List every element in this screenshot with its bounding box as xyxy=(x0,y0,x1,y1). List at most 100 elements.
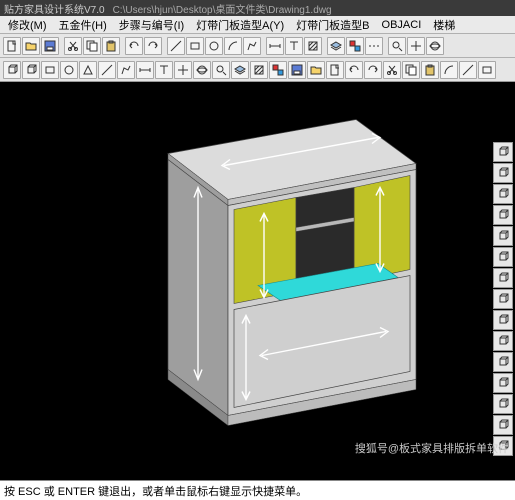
toolbar-row-1 xyxy=(0,34,515,58)
view-icon xyxy=(497,335,509,347)
copy-icon xyxy=(405,64,417,76)
cut-icon xyxy=(67,40,79,52)
tool2-b[interactable] xyxy=(22,61,40,79)
tool-arc[interactable] xyxy=(224,37,242,55)
tool2-l[interactable] xyxy=(212,61,230,79)
tool2-u[interactable] xyxy=(383,61,401,79)
view-left[interactable] xyxy=(493,184,513,204)
menu-stairs[interactable]: 楼梯 xyxy=(427,17,461,33)
tool2-q[interactable] xyxy=(307,61,325,79)
tool2-k[interactable] xyxy=(193,61,211,79)
tool2-n[interactable] xyxy=(250,61,268,79)
tool2-x[interactable] xyxy=(440,61,458,79)
view-icon xyxy=(497,293,509,305)
disk-icon xyxy=(44,40,56,52)
view-zoom-win[interactable] xyxy=(493,394,513,414)
tool-cut[interactable] xyxy=(64,37,82,55)
view-icon xyxy=(497,251,509,263)
view-iso-sw[interactable] xyxy=(493,289,513,309)
tool-orbit[interactable] xyxy=(426,37,444,55)
tool2-t[interactable] xyxy=(364,61,382,79)
tool-undo[interactable] xyxy=(125,37,143,55)
view-icon xyxy=(497,398,509,410)
tool2-h[interactable] xyxy=(136,61,154,79)
view-icon xyxy=(497,167,509,179)
rect-icon xyxy=(44,64,56,76)
color-icon xyxy=(272,64,284,76)
view-iso-nw[interactable] xyxy=(493,247,513,267)
view-orbit[interactable] xyxy=(493,436,513,456)
tool-hatch[interactable] xyxy=(304,37,322,55)
tool-save[interactable] xyxy=(41,37,59,55)
tool2-c[interactable] xyxy=(41,61,59,79)
tool-dim[interactable] xyxy=(266,37,284,55)
tool-pan[interactable] xyxy=(407,37,425,55)
view-icon xyxy=(497,209,509,221)
zoom-icon xyxy=(391,40,403,52)
tool2-f[interactable] xyxy=(98,61,116,79)
view-icon xyxy=(497,188,509,200)
view-icon xyxy=(497,230,509,242)
view-hidden[interactable] xyxy=(493,352,513,372)
menu-hardware[interactable]: 五金件(H) xyxy=(53,17,113,33)
tool2-w[interactable] xyxy=(421,61,439,79)
view-front[interactable] xyxy=(493,163,513,183)
titlebar: 贴方家具设计系统V7.0 C:\Users\hjun\Desktop\桌面文件类… xyxy=(0,0,515,16)
tool2-v[interactable] xyxy=(402,61,420,79)
tool-new[interactable] xyxy=(3,37,21,55)
cut-icon xyxy=(386,64,398,76)
tool-zoom[interactable] xyxy=(388,37,406,55)
tool-redo[interactable] xyxy=(144,37,162,55)
view-right[interactable] xyxy=(493,205,513,225)
tool-ltype[interactable] xyxy=(365,37,383,55)
tool2-y[interactable] xyxy=(459,61,477,79)
paste-icon xyxy=(424,64,436,76)
view-icon xyxy=(497,356,509,368)
line-icon xyxy=(101,64,113,76)
disk-icon xyxy=(291,64,303,76)
menu-objaci[interactable]: OBJACI xyxy=(376,19,428,31)
tool2-p[interactable] xyxy=(288,61,306,79)
tool-circle[interactable] xyxy=(205,37,223,55)
tool2-r[interactable] xyxy=(326,61,344,79)
tool-poly[interactable] xyxy=(243,37,261,55)
app-name: 贴方家具设计系统V7.0 xyxy=(4,1,105,16)
view-zoom-ext[interactable] xyxy=(493,373,513,393)
tool2-a[interactable] xyxy=(3,61,21,79)
tool2-m[interactable] xyxy=(231,61,249,79)
tool2-e[interactable] xyxy=(79,61,97,79)
tool-open[interactable] xyxy=(22,37,40,55)
viewport-3d[interactable]: 搜狐号@板式家具排版拆单软件 xyxy=(0,82,515,480)
circle-icon xyxy=(208,40,220,52)
tool2-s[interactable] xyxy=(345,61,363,79)
tool-text[interactable] xyxy=(285,37,303,55)
menu-modify[interactable]: 修改(M) xyxy=(2,17,53,33)
view-pan[interactable] xyxy=(493,415,513,435)
view-shade[interactable] xyxy=(493,331,513,351)
menu-steps[interactable]: 步骤与编号(I) xyxy=(113,17,190,33)
view-iso-ne[interactable] xyxy=(493,226,513,246)
menu-door-a[interactable]: 灯带门板造型A(Y) xyxy=(190,17,290,33)
command-bar[interactable]: 按 ESC 或 ENTER 键退出，或者单击鼠标右键显示快捷菜单。 xyxy=(0,480,515,500)
tool-rect[interactable] xyxy=(186,37,204,55)
menu-door-b[interactable]: 灯带门板造型B xyxy=(290,17,375,33)
arc-icon xyxy=(227,40,239,52)
watermark: 搜狐号@板式家具排版拆单软件 xyxy=(355,440,509,456)
tool2-i[interactable] xyxy=(155,61,173,79)
tool-layer[interactable] xyxy=(327,37,345,55)
tool2-z[interactable] xyxy=(478,61,496,79)
tool-paste[interactable] xyxy=(102,37,120,55)
tool-line[interactable] xyxy=(167,37,185,55)
tool2-d[interactable] xyxy=(60,61,78,79)
view-icon xyxy=(497,272,509,284)
menubar[interactable]: 修改(M) 五金件(H) 步骤与编号(I) 灯带门板造型A(Y) 灯带门板造型B… xyxy=(0,16,515,34)
tool2-g[interactable] xyxy=(117,61,135,79)
view-wire[interactable] xyxy=(493,310,513,330)
tool-color[interactable] xyxy=(346,37,364,55)
tool2-j[interactable] xyxy=(174,61,192,79)
view-iso-se[interactable] xyxy=(493,268,513,288)
box-icon xyxy=(25,64,37,76)
tool2-o[interactable] xyxy=(269,61,287,79)
view-top[interactable] xyxy=(493,142,513,162)
tool-copy[interactable] xyxy=(83,37,101,55)
